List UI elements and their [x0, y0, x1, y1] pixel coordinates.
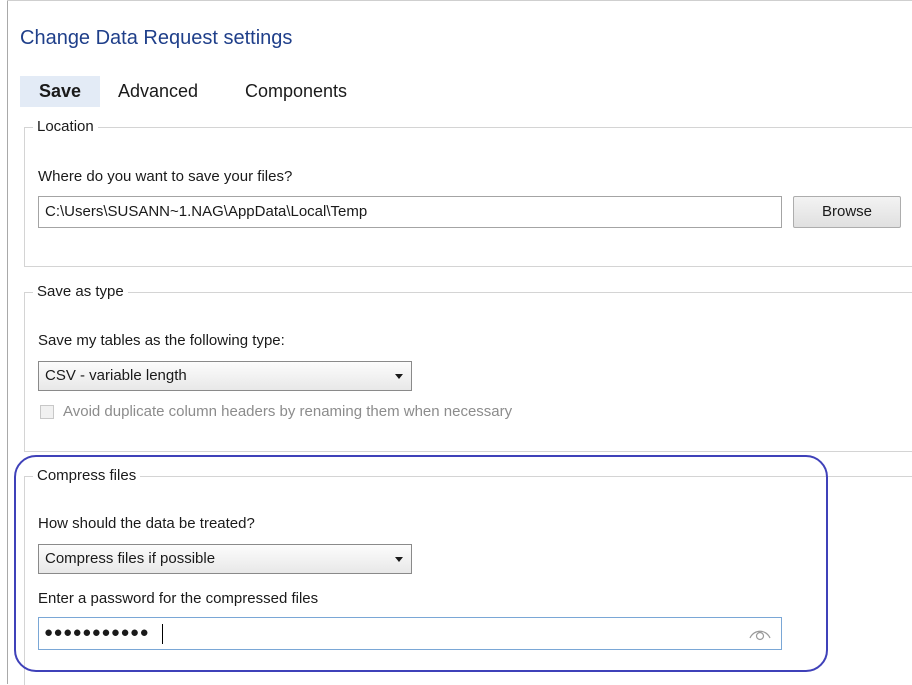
save-path-input[interactable]: C:\Users\SUSANN~1.NAG\AppData\Local\Temp — [38, 196, 782, 228]
password-prompt: Enter a password for the compressed file… — [38, 590, 319, 607]
tab-save[interactable]: Save — [20, 76, 100, 107]
dialog-title: Change Data Request settings — [20, 27, 293, 49]
compress-legend: Compress files — [33, 467, 141, 485]
location-prompt: Where do you want to save your files? — [38, 168, 293, 185]
save-type-prompt: Save my tables as the following type: — [38, 332, 285, 349]
avoid-duplicates-checkbox[interactable] — [40, 405, 54, 419]
window-left-border — [7, 0, 8, 684]
text-cursor — [162, 624, 163, 644]
file-type-select[interactable]: CSV - variable length — [38, 361, 412, 391]
compress-group: Compress files — [24, 467, 912, 685]
location-legend: Location — [33, 118, 98, 136]
eye-icon[interactable] — [749, 627, 771, 641]
save-type-legend: Save as type — [33, 283, 128, 301]
password-field[interactable]: ●●●●●●●●●●● — [38, 617, 782, 650]
file-type-selected: CSV - variable length — [45, 367, 187, 384]
password-mask: ●●●●●●●●●●● — [44, 624, 150, 641]
chevron-down-icon — [395, 557, 403, 562]
compression-select[interactable]: Compress files if possible — [38, 544, 412, 574]
chevron-down-icon — [395, 374, 403, 379]
window-top-border — [7, 0, 912, 1]
tab-advanced[interactable]: Advanced — [118, 76, 198, 107]
compression-selected: Compress files if possible — [45, 550, 216, 567]
compress-prompt: How should the data be treated? — [38, 515, 255, 532]
browse-button[interactable]: Browse — [793, 196, 901, 228]
avoid-duplicates-label: Avoid duplicate column headers by renami… — [63, 403, 513, 420]
tab-components[interactable]: Components — [245, 76, 347, 107]
